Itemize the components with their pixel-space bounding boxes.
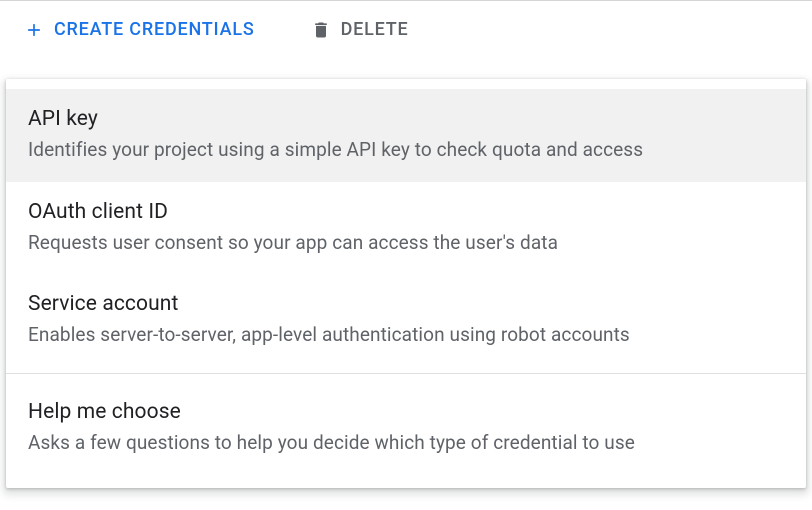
menu-item-description: Requests user consent so your app can ac… bbox=[28, 230, 784, 257]
menu-item-oauth-client-id[interactable]: OAuth client ID Requests user consent so… bbox=[6, 182, 806, 275]
delete-label: DELETE bbox=[341, 19, 409, 40]
menu-item-title: OAuth client ID bbox=[28, 200, 784, 224]
create-credentials-button[interactable]: CREATE CREDENTIALS bbox=[24, 19, 255, 40]
credentials-dropdown-menu: API key Identifies your project using a … bbox=[6, 79, 806, 488]
plus-icon bbox=[24, 20, 44, 40]
trash-icon bbox=[311, 20, 331, 40]
menu-item-api-key[interactable]: API key Identifies your project using a … bbox=[6, 89, 806, 182]
menu-item-service-account[interactable]: Service account Enables server-to-server… bbox=[6, 274, 806, 367]
menu-item-title: API key bbox=[28, 107, 784, 131]
menu-item-title: Help me choose bbox=[28, 400, 784, 424]
menu-item-description: Asks a few questions to help you decide … bbox=[28, 430, 784, 457]
menu-item-help-me-choose[interactable]: Help me choose Asks a few questions to h… bbox=[6, 382, 806, 475]
menu-item-title: Service account bbox=[28, 292, 784, 316]
menu-item-description: Identifies your project using a simple A… bbox=[28, 137, 784, 164]
menu-item-description: Enables server-to-server, app-level auth… bbox=[28, 322, 784, 349]
toolbar: CREATE CREDENTIALS DELETE bbox=[0, 1, 812, 56]
menu-divider bbox=[6, 373, 806, 374]
create-credentials-label: CREATE CREDENTIALS bbox=[54, 19, 255, 40]
delete-button[interactable]: DELETE bbox=[311, 19, 409, 40]
